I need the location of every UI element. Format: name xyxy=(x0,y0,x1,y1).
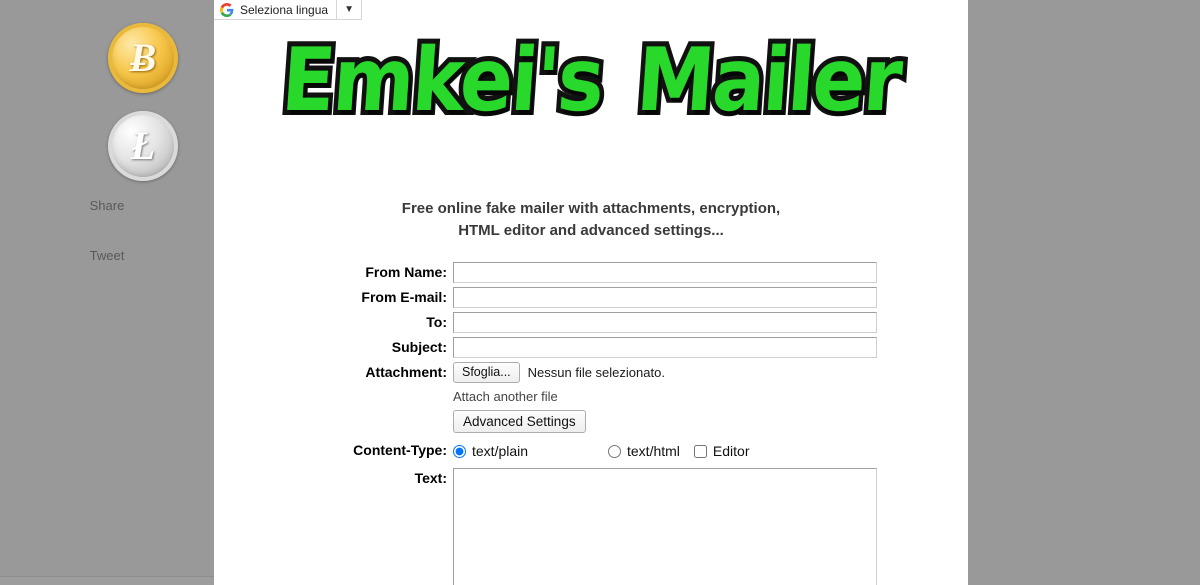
row-to: To: xyxy=(214,312,968,333)
file-input-row: Sfoglia... Nessun file selezionato. xyxy=(453,362,968,383)
left-sidebar: Ƀ Ł Share Tweet xyxy=(0,0,247,585)
litecoin-glyph: Ł xyxy=(130,123,156,168)
sidebar-bottom-strip xyxy=(0,576,247,585)
attachment-label: Attachment: xyxy=(365,364,447,380)
no-file-selected-text: Nessun file selezionato. xyxy=(527,365,665,380)
tagline-line-1: Free online fake mailer with attachments… xyxy=(401,200,781,217)
browse-file-button[interactable]: Sfoglia... xyxy=(453,362,520,383)
row-attachment: Attachment: Sfoglia... Nessun file selez… xyxy=(214,362,968,433)
checkbox-editor[interactable]: Editor xyxy=(693,443,750,459)
to-label: To: xyxy=(426,314,447,330)
translate-language-label: Seleziona lingua xyxy=(240,2,329,17)
litecoin-donate-icon[interactable]: Ł xyxy=(108,111,178,181)
google-logo-icon xyxy=(220,2,234,17)
from-email-input[interactable] xyxy=(453,287,877,308)
radio-text-html-label: text/html xyxy=(627,443,680,459)
google-translate-widget[interactable]: Seleziona lingua ▼ xyxy=(214,0,363,20)
from-name-input[interactable] xyxy=(453,262,877,283)
message-text-area[interactable] xyxy=(453,468,877,585)
radio-text-plain-input[interactable] xyxy=(453,444,466,458)
facebook-share-button[interactable]: Share xyxy=(0,198,214,214)
tagline-line-2: HTML editor and advanced settings... xyxy=(458,222,724,239)
radio-text-html[interactable]: text/html xyxy=(608,443,680,459)
row-text: Text: xyxy=(214,468,968,585)
radio-text-plain-label: text/plain xyxy=(472,443,529,459)
from-email-label: From E-mail: xyxy=(361,289,447,305)
to-input[interactable] xyxy=(453,312,877,333)
content-type-label: Content-Type: xyxy=(353,442,447,458)
chevron-down-icon[interactable]: ▼ xyxy=(337,4,361,15)
page-content: Seleziona lingua ▼ Emkei's Mailer Free on… xyxy=(214,0,968,585)
logo-word-mailer: Mailer xyxy=(628,26,908,136)
attach-another-file-link[interactable]: Attach another file xyxy=(453,389,968,404)
text-label: Text: xyxy=(414,470,447,486)
logo-word-emkeis: Emkei's xyxy=(274,26,611,136)
advanced-settings-button[interactable]: Advanced Settings xyxy=(453,410,586,433)
subject-input[interactable] xyxy=(453,337,877,358)
browser-viewport: Ƀ Ł Share Tweet Seleziona lingua ▼ Emkei… xyxy=(0,0,1200,585)
radio-text-html-input[interactable] xyxy=(608,444,621,458)
row-subject: Subject: xyxy=(214,337,968,358)
mailer-form: From Name: From E-mail: To: Subject: Att… xyxy=(214,262,968,585)
checkbox-editor-input[interactable] xyxy=(693,444,707,458)
row-from-email: From E-mail: xyxy=(214,287,968,308)
checkbox-editor-label: Editor xyxy=(712,443,750,459)
row-content-type: Content-Type: text/plain text/html Edito… xyxy=(214,437,968,464)
bitcoin-glyph: Ƀ xyxy=(129,35,157,80)
bitcoin-donate-icon[interactable]: Ƀ xyxy=(108,23,178,93)
radio-text-plain[interactable]: text/plain xyxy=(453,443,608,459)
row-from-name: From Name: xyxy=(214,262,968,283)
twitter-tweet-button[interactable]: Tweet xyxy=(0,248,214,264)
site-logo: Emkei's Mailer xyxy=(214,26,968,136)
content-type-options: text/plain text/html Editor xyxy=(453,437,968,459)
subject-label: Subject: xyxy=(391,339,447,355)
from-name-label: From Name: xyxy=(365,264,447,280)
page-tagline: Free online fake mailer with attachments… xyxy=(214,198,968,242)
